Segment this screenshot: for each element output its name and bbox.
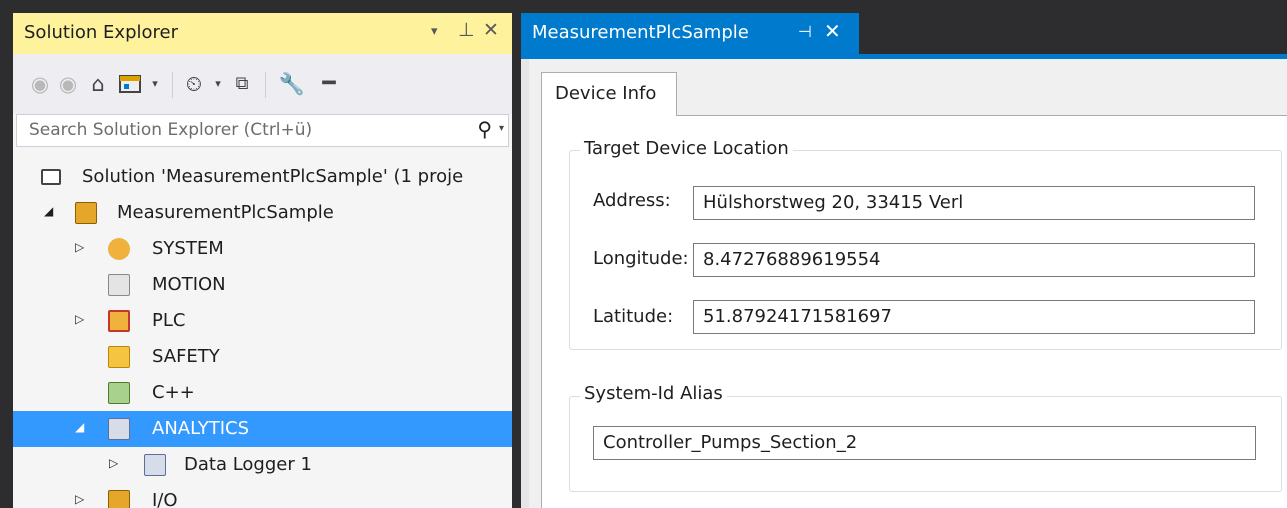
search-icon[interactable]: ⚲ — [477, 117, 492, 141]
solution-explorer-toolbar: ◉ ◉ ⌂ ▾ ⏲ ▾ ⧉ 🔧 ━ — [13, 54, 512, 114]
tree-item-label: I/O — [152, 490, 178, 508]
tree-item-cpp[interactable]: C++ — [13, 375, 512, 411]
collapse-all-icon[interactable]: ⧉ — [228, 69, 256, 99]
latitude-label: Latitude: — [593, 306, 674, 327]
document-tab[interactable]: MeasurementPlcSample ⊣ ✕ — [521, 13, 859, 54]
solution-explorer-panel: Solution Explorer ▾ ⊥ ✕ ◉ ◉ ⌂ ▾ ⏲ ▾ ⧉ 🔧 … — [13, 13, 512, 508]
tree-item-project[interactable]: ◢ MeasurementPlcSample — [13, 195, 512, 231]
tree-item-label: SYSTEM — [152, 238, 224, 259]
tree-item-data-logger[interactable]: ▷ Data Logger 1 — [13, 447, 512, 483]
longitude-label: Longitude: — [593, 248, 689, 269]
device-info-page: Target Device Location Address: Hülshors… — [541, 115, 1287, 508]
back-icon[interactable]: ◉ — [27, 69, 53, 99]
search-input[interactable]: Search Solution Explorer (Ctrl+ü) ⚲ ▾ — [16, 114, 509, 147]
address-field[interactable]: Hülshorstweg 20, 33415 Verl — [693, 186, 1255, 220]
chevron-down-icon[interactable]: ▾ — [148, 69, 162, 99]
analytics-icon — [108, 418, 130, 440]
solution-tree: Solution 'MeasurementPlcSample' (1 proje… — [13, 159, 512, 508]
tree-item-analytics[interactable]: ◢ ANALYTICS — [13, 411, 512, 447]
plc-icon — [108, 310, 130, 332]
longitude-field[interactable]: 8.47276889619554 — [693, 243, 1255, 277]
tree-item-label: Solution 'MeasurementPlcSample' (1 proje — [82, 166, 464, 187]
tree-item-label: C++ — [152, 382, 195, 403]
tab-device-info-label: Device Info — [555, 83, 657, 104]
safety-icon — [108, 346, 130, 368]
io-icon — [108, 490, 130, 508]
pin-tab-icon[interactable]: ⊣ — [798, 22, 812, 41]
tree-item-label: Data Logger 1 — [184, 454, 312, 475]
solution-explorer-title: Solution Explorer — [24, 22, 178, 43]
cpp-icon — [108, 382, 130, 404]
document-tab-title: MeasurementPlcSample — [532, 22, 749, 43]
tree-item-label: MeasurementPlcSample — [117, 202, 334, 223]
preview-selected-icon[interactable]: ━ — [313, 69, 345, 99]
tree-item-system[interactable]: ▷ SYSTEM — [13, 231, 512, 267]
system-id-alias-field[interactable]: Controller_Pumps_Section_2 — [593, 426, 1256, 460]
tree-item-solution[interactable]: Solution 'MeasurementPlcSample' (1 proje — [13, 159, 512, 195]
forward-icon[interactable]: ◉ — [55, 69, 81, 99]
tree-item-plc[interactable]: ▷ PLC — [13, 303, 512, 339]
motion-icon — [108, 274, 130, 296]
tree-item-label: PLC — [152, 310, 186, 331]
project-icon — [75, 202, 97, 224]
latitude-field[interactable]: 51.87924171581697 — [693, 300, 1255, 334]
target-device-location-title: Target Device Location — [580, 138, 793, 159]
collapse-arrow-icon[interactable]: ▷ — [75, 492, 84, 506]
close-icon[interactable]: ✕ — [483, 19, 499, 41]
expand-arrow-icon[interactable]: ◢ — [44, 204, 53, 218]
close-tab-icon[interactable]: ✕ — [824, 19, 841, 43]
chevron-down-icon[interactable]: ▾ — [499, 123, 504, 134]
address-label: Address: — [593, 190, 671, 211]
switch-views-icon[interactable] — [116, 69, 146, 99]
properties-wrench-icon[interactable]: 🔧 — [277, 69, 307, 99]
tab-device-info[interactable]: Device Info — [541, 72, 677, 116]
tree-item-label: SAFETY — [152, 346, 220, 367]
collapse-arrow-icon[interactable]: ▷ — [75, 240, 84, 254]
system-id-alias-title: System-Id Alias — [580, 383, 727, 404]
collapse-arrow-icon[interactable]: ▷ — [75, 312, 84, 326]
solution-explorer-titlebar: Solution Explorer ▾ ⊥ ✕ — [13, 13, 512, 54]
pin-icon[interactable]: ⊥ — [458, 19, 475, 41]
home-icon[interactable]: ⌂ — [85, 69, 111, 99]
toolbar-divider — [172, 72, 173, 98]
tree-item-io[interactable]: ▷ I/O — [13, 483, 512, 508]
tree-item-safety[interactable]: SAFETY — [13, 339, 512, 375]
collapse-arrow-icon[interactable]: ▷ — [109, 456, 118, 470]
tree-item-label: ANALYTICS — [152, 418, 250, 439]
tree-item-motion[interactable]: MOTION — [13, 267, 512, 303]
system-icon — [108, 238, 130, 260]
toolbar-divider — [265, 72, 266, 98]
window-position-dropdown-icon[interactable]: ▾ — [431, 24, 438, 39]
data-logger-icon — [144, 454, 166, 476]
search-placeholder: Search Solution Explorer (Ctrl+ü) — [29, 120, 313, 140]
chevron-down-icon[interactable]: ▾ — [211, 69, 225, 99]
pending-changes-filter-icon[interactable]: ⏲ — [179, 69, 209, 99]
solution-icon — [41, 169, 61, 185]
tree-item-label: MOTION — [152, 274, 226, 295]
expand-arrow-icon[interactable]: ◢ — [75, 420, 84, 434]
